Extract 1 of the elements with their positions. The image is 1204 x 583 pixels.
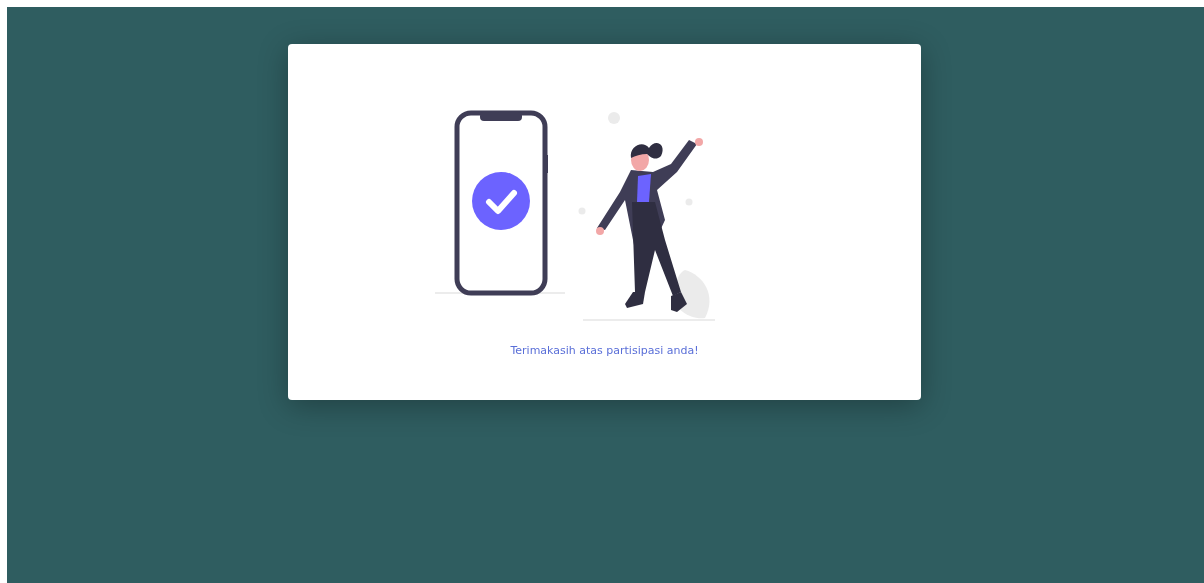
thank-you-message: Terimakasih atas partisipasi anda!	[510, 344, 699, 357]
